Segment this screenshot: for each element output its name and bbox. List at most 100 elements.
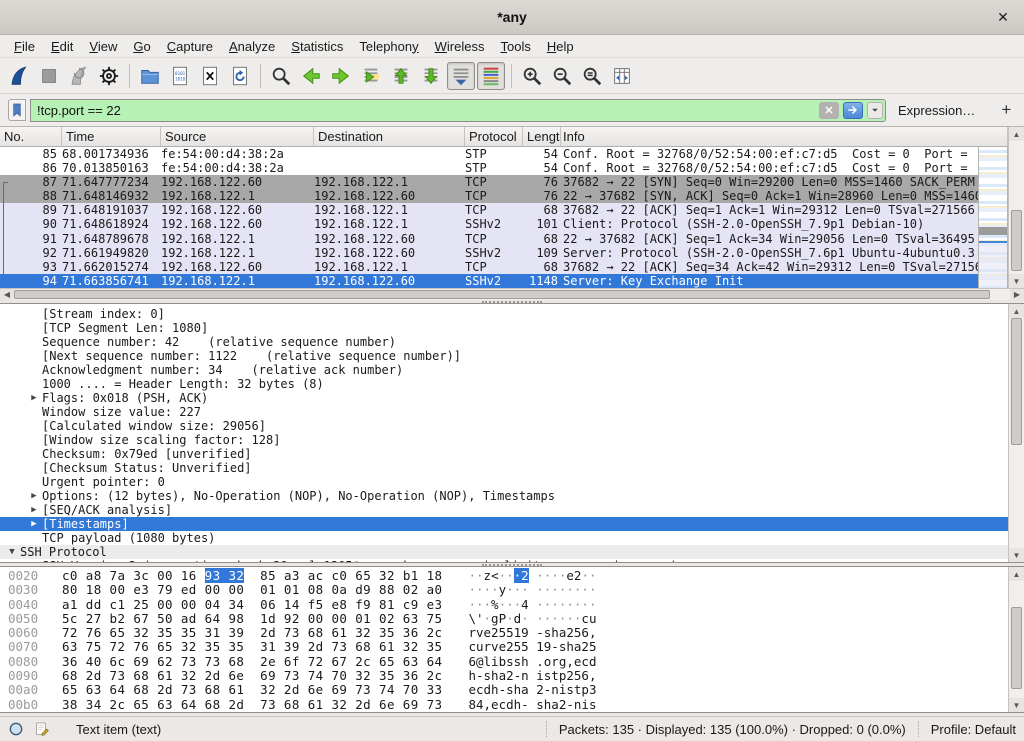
hex-row-0060[interactable]: 006072 76 65 32 35 35 31 39 2d 73 68 61 … xyxy=(8,626,1008,640)
packet-row-85[interactable]: 8568.001734936fe:54:00:d4:38:2aSTP54Conf… xyxy=(0,147,978,161)
packet-row-91[interactable]: 9171.648789678192.168.122.1192.168.122.6… xyxy=(0,232,978,246)
scroll-right-arrow[interactable]: ▶ xyxy=(1010,289,1024,300)
hex-bytes[interactable]: 68 2d 73 68 61 32 2d 6e 69 73 74 70 32 3… xyxy=(62,668,442,683)
hex-bytes[interactable]: 5c 27 b2 67 50 ad 64 98 1d 92 00 00 01 0… xyxy=(62,611,442,626)
scroll-up-arrow[interactable]: ▲ xyxy=(1009,567,1024,581)
auto-scroll-button[interactable] xyxy=(447,62,475,90)
zoom-in-button[interactable] xyxy=(518,62,546,90)
detail-line[interactable]: ▶Flags: 0x018 (PSH, ACK) xyxy=(0,391,1008,405)
packet-row-92[interactable]: 9271.661949820192.168.122.1192.168.122.6… xyxy=(0,246,978,260)
hex-bytes[interactable]: 80 18 00 e3 79 ed 00 00 01 01 08 0a d9 8… xyxy=(62,582,442,597)
capture-comment-button[interactable] xyxy=(34,720,52,738)
column-header-source[interactable]: Source xyxy=(161,127,314,146)
filter-bookmark-button[interactable] xyxy=(8,99,26,121)
restart-capture-button[interactable] xyxy=(65,62,93,90)
zoom-normal-button[interactable] xyxy=(578,62,606,90)
filter-clear-button[interactable] xyxy=(819,102,839,119)
expand-arrow-icon[interactable]: ▶ xyxy=(26,559,42,562)
detail-line[interactable]: 1000 .... = Header Length: 32 bytes (8) xyxy=(0,377,1008,391)
scroll-up-arrow[interactable]: ▲ xyxy=(1009,304,1024,318)
resize-columns-button[interactable] xyxy=(608,62,636,90)
scroll-thumb[interactable] xyxy=(1011,607,1022,689)
hscroll-thumb[interactable] xyxy=(14,290,990,299)
hex-row-00a0[interactable]: 00a065 63 64 68 2d 73 68 61 32 2d 6e 69 … xyxy=(8,683,1008,697)
hex-ascii[interactable]: curve255 19-sha25 xyxy=(468,639,596,654)
hex-ascii[interactable]: ····y··· ········ xyxy=(468,582,596,597)
save-file-button[interactable]: 01011010 xyxy=(166,62,194,90)
detail-line[interactable]: Sequence number: 42 (relative sequence n… xyxy=(0,335,1008,349)
detail-line[interactable]: Window size value: 227 xyxy=(0,405,1008,419)
hex-row-0030[interactable]: 003080 18 00 e3 79 ed 00 00 01 01 08 0a … xyxy=(8,583,1008,597)
reload-file-button[interactable] xyxy=(226,62,254,90)
expand-arrow-icon[interactable]: ▶ xyxy=(26,517,42,531)
packet-row-87[interactable]: 8771.647777234192.168.122.60192.168.122.… xyxy=(0,175,978,189)
menu-statistics[interactable]: Statistics xyxy=(283,37,351,56)
detail-line[interactable]: ▶SSH Version 2 (encryption:chacha20-poly… xyxy=(0,559,1008,562)
detail-line[interactable]: ▶Options: (12 bytes), No-Operation (NOP)… xyxy=(0,489,1008,503)
column-header-length[interactable]: Length xyxy=(523,127,561,146)
filter-history-dropdown[interactable] xyxy=(867,102,883,119)
hex-row-0040[interactable]: 0040a1 dd c1 25 00 00 04 34 06 14 f5 e8 … xyxy=(8,598,1008,612)
detail-line[interactable]: [Calculated window size: 29056] xyxy=(0,419,1008,433)
expert-info-button[interactable] xyxy=(8,720,26,738)
bytes-vscrollbar[interactable]: ▲ ▼ xyxy=(1008,567,1024,712)
hex-row-0070[interactable]: 007063 75 72 76 65 32 35 35 31 39 2d 73 … xyxy=(8,640,1008,654)
detail-line[interactable]: ▶[SEQ/ACK analysis] xyxy=(0,503,1008,517)
column-header-info[interactable]: Info xyxy=(561,127,1008,146)
go-first-button[interactable] xyxy=(387,62,415,90)
open-file-button[interactable] xyxy=(136,62,164,90)
filter-apply-button[interactable] xyxy=(843,102,863,119)
packet-list-vscrollbar[interactable]: ▲ ▼ xyxy=(1008,127,1024,288)
menu-analyze[interactable]: Analyze xyxy=(221,37,283,56)
start-capture-button[interactable] xyxy=(5,62,33,90)
hex-ascii[interactable]: ···%···4 ········ xyxy=(468,597,596,612)
column-header-no[interactable]: No. xyxy=(0,127,62,146)
hex-ascii[interactable]: 84,ecdh- sha2-nis xyxy=(468,697,596,712)
hex-bytes[interactable]: 36 40 6c 69 62 73 73 68 2e 6f 72 67 2c 6… xyxy=(62,654,442,669)
menu-wireless[interactable]: Wireless xyxy=(427,37,493,56)
close-file-button[interactable] xyxy=(196,62,224,90)
hex-row-0080[interactable]: 008036 40 6c 69 62 73 73 68 2e 6f 72 67 … xyxy=(8,655,1008,669)
go-to-packet-button[interactable] xyxy=(357,62,385,90)
packet-row-88[interactable]: 8871.648146932192.168.122.1192.168.122.6… xyxy=(0,189,978,203)
menu-file[interactable]: File xyxy=(6,37,43,56)
close-button[interactable]: ✕ xyxy=(994,9,1012,26)
menu-tools[interactable]: Tools xyxy=(493,37,539,56)
expression-button[interactable]: Expression… xyxy=(898,103,975,118)
hex-ascii[interactable]: 6@libssh .org,ecd xyxy=(468,654,596,669)
filter-add-button[interactable]: + xyxy=(995,100,1017,120)
scroll-down-arrow[interactable]: ▼ xyxy=(1009,698,1024,712)
intelligent-scrollbar-minimap[interactable] xyxy=(978,147,1008,288)
expand-arrow-icon[interactable]: ▶ xyxy=(26,489,42,503)
colorize-button[interactable] xyxy=(477,62,505,90)
detail-line[interactable]: ▼SSH Protocol xyxy=(0,545,1008,559)
scroll-up-arrow[interactable]: ▲ xyxy=(1009,127,1024,141)
detail-line[interactable]: Urgent pointer: 0 xyxy=(0,475,1008,489)
hex-ascii[interactable]: h-sha2-n istp256, xyxy=(468,668,596,683)
packet-row-86[interactable]: 8670.013850163fe:54:00:d4:38:2aSTP54Conf… xyxy=(0,161,978,175)
packet-row-93[interactable]: 9371.662015274192.168.122.60192.168.122.… xyxy=(0,260,978,274)
details-vscrollbar[interactable]: ▲ ▼ xyxy=(1008,304,1024,562)
menu-telephony[interactable]: Telephony xyxy=(351,37,426,56)
expand-arrow-icon[interactable]: ▶ xyxy=(26,391,42,405)
hex-bytes[interactable]: 72 76 65 32 35 35 31 39 2d 73 68 61 32 3… xyxy=(62,625,442,640)
go-back-button[interactable] xyxy=(297,62,325,90)
packet-row-89[interactable]: 8971.648191037192.168.122.60192.168.122.… xyxy=(0,203,978,217)
hex-ascii[interactable]: rve25519 -sha256, xyxy=(468,625,596,640)
hex-ascii[interactable]: \'·gP·d· ······cu xyxy=(468,611,596,626)
expand-arrow-icon[interactable]: ▶ xyxy=(26,503,42,517)
column-header-destination[interactable]: Destination xyxy=(314,127,465,146)
column-header-protocol[interactable]: Protocol xyxy=(465,127,523,146)
status-profile[interactable]: Profile: Default xyxy=(931,722,1016,737)
go-last-button[interactable] xyxy=(417,62,445,90)
packet-row-90[interactable]: 9071.648618924192.168.122.60192.168.122.… xyxy=(0,217,978,231)
detail-line[interactable]: [TCP Segment Len: 1080] xyxy=(0,321,1008,335)
packet-list-hscrollbar[interactable]: ◀ ▶ xyxy=(0,288,1024,300)
detail-line[interactable]: [Next sequence number: 1122 (relative se… xyxy=(0,349,1008,363)
hex-bytes[interactable]: 38 34 2c 65 63 64 68 2d 73 68 61 32 2d 6… xyxy=(62,697,442,712)
packet-row-94[interactable]: 9471.663856741192.168.122.1192.168.122.6… xyxy=(0,274,978,288)
scroll-left-arrow[interactable]: ◀ xyxy=(0,289,14,300)
zoom-out-button[interactable] xyxy=(548,62,576,90)
detail-line[interactable]: ▶[Timestamps] xyxy=(0,517,1008,531)
menu-help[interactable]: Help xyxy=(539,37,582,56)
